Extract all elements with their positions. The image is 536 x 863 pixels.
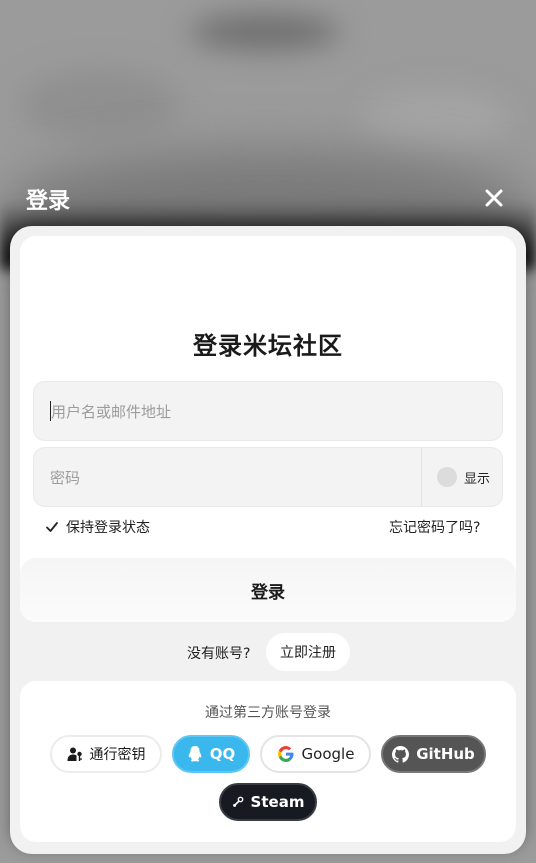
qq-icon [188,746,201,762]
username-input[interactable]: 用户名或邮件地址 [33,381,503,441]
qq-login-button[interactable]: QQ [172,735,250,773]
google-label: Google [301,745,355,763]
username-placeholder: 用户名或邮件地址 [51,402,172,421]
show-password-toggle[interactable]: 显示 [421,447,503,507]
github-icon [392,745,410,763]
passkey-login-button[interactable]: 通行密钥 [50,735,162,773]
remember-me-label: 保持登录状态 [66,520,150,536]
login-heading: 登录米坛社区 [193,332,343,360]
passkey-icon [67,747,82,761]
google-login-button[interactable]: Google [260,735,371,773]
google-icon [277,746,294,762]
github-login-button[interactable]: GitHub [381,735,486,773]
password-placeholder: 密码 [50,468,81,487]
steam-icon [232,796,243,807]
forgot-password-link[interactable]: 忘记密码了吗? [389,517,480,537]
register-button[interactable]: 立即注册 [266,633,350,671]
toggle-switch-icon [437,467,457,487]
show-password-label: 显示 [464,471,491,487]
github-label: GitHub [416,745,475,763]
close-button[interactable] [480,184,508,212]
steam-login-button[interactable]: Steam [219,783,317,821]
login-button[interactable]: 登录 [20,558,516,622]
qq-label: QQ [209,745,236,763]
passkey-label: 通行密钥 [89,747,146,763]
checkmark-icon [43,519,60,536]
remember-me-checkbox[interactable]: 保持登录状态 [43,517,150,537]
close-icon [485,189,503,207]
third-party-title: 通过第三方账号登录 [205,705,331,721]
steam-label: Steam [250,793,305,811]
no-account-text: 没有账号? [187,646,251,662]
modal-title: 登录 [26,189,71,214]
